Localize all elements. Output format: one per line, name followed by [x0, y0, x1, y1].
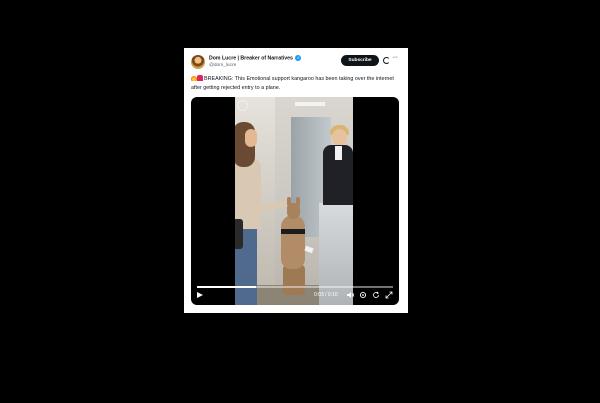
settings-icon[interactable] [359, 291, 367, 301]
volume-icon[interactable] [347, 291, 355, 301]
progress-bar[interactable] [197, 286, 393, 288]
more-icon[interactable]: ··· [392, 54, 398, 61]
author-name[interactable]: Dom Lucre | Breaker of Narratives ✓ [209, 55, 302, 61]
loop-icon[interactable] [372, 291, 380, 301]
video-player[interactable]: 0:03 / 0:10 [191, 97, 399, 305]
play-icon[interactable] [197, 292, 203, 298]
fullscreen-icon[interactable] [385, 291, 393, 301]
rotate-icon [237, 100, 248, 111]
verified-badge-icon: ✓ [295, 55, 302, 61]
subscribe-button[interactable]: Subscribe [341, 55, 379, 66]
video-frame [235, 97, 353, 305]
video-controls: 0:03 / 0:10 [191, 291, 399, 303]
progress-fill [197, 286, 256, 288]
tweet-card: Dom Lucre | Breaker of Narratives ✓ @dom… [184, 48, 408, 313]
siren-emoji-icon [197, 75, 203, 81]
tweet-body: BREAKING: This Emotional support kangaro… [191, 76, 394, 91]
grok-icon[interactable] [383, 57, 390, 64]
author-handle[interactable]: @dom_lucre [209, 63, 236, 68]
avatar[interactable] [191, 55, 205, 69]
tweet-text: BREAKING: This Emotional support kangaro… [191, 75, 403, 92]
kangaroo [281, 215, 305, 269]
author-name-text[interactable]: Dom Lucre | Breaker of Narratives [209, 55, 293, 61]
time-display: 0:03 / 0:10 [314, 292, 338, 298]
